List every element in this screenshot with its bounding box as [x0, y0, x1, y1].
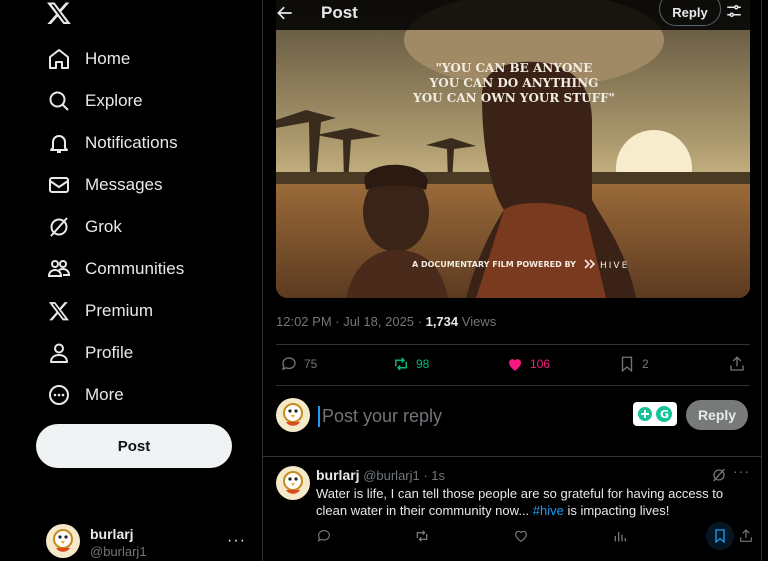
reply-composer: Post your reply G Reply — [276, 396, 750, 440]
sidebar: Home Explore Notifications Messages Grok… — [0, 0, 262, 561]
grok-icon — [46, 214, 72, 240]
grammarly-widget[interactable]: G — [633, 402, 677, 426]
reply-post[interactable]: burlarj @burlarj1 · 1s ··· Water is life… — [263, 456, 761, 561]
nav-communities-label: Communities — [85, 259, 185, 278]
reply-count: 75 — [304, 357, 318, 371]
media-brand: HIVE — [600, 261, 629, 271]
views-count: 1,734 — [425, 314, 459, 329]
avatar — [276, 398, 310, 432]
reply-submit-button[interactable]: Reply — [686, 400, 748, 430]
account-switcher[interactable]: burlarj @burlarj1 ··· — [44, 522, 256, 561]
post-actions: 75 98 106 2 — [276, 347, 750, 383]
post-timestamp: 12:02 PM · Jul 18, 2025 · 1,734 Views — [276, 314, 496, 329]
like-action[interactable]: 106 — [506, 353, 550, 375]
nav-notifications-label: Notifications — [85, 133, 178, 152]
nav-more-label: More — [85, 385, 124, 404]
avatar[interactable] — [276, 466, 310, 500]
nav-messages-label: Messages — [85, 175, 163, 194]
reply-input[interactable]: Post your reply — [318, 406, 442, 427]
nav-profile[interactable]: Profile — [36, 333, 133, 373]
nav-home-label: Home — [85, 49, 131, 68]
media-caption: A DOCUMENTARY FILM POWERED BY — [412, 260, 576, 269]
repost-icon — [395, 357, 407, 371]
nav-explore[interactable]: Explore — [36, 81, 143, 121]
nav-communities[interactable]: Communities — [36, 249, 184, 289]
media-quote-line2: YOU CAN DO ANYTHING — [429, 76, 599, 90]
nav-premium[interactable]: Premium — [36, 291, 153, 331]
reply-post-text: Water is life, I can tell those people a… — [316, 485, 736, 519]
post-header: Post Reply — [263, 0, 761, 30]
share-action[interactable] — [728, 353, 746, 375]
reply-author-name[interactable]: burlarj — [316, 467, 360, 483]
share-icon[interactable] — [738, 528, 754, 544]
nav-profile-label: Profile — [85, 343, 134, 362]
grok-icon[interactable] — [711, 467, 727, 483]
bookmark-icon — [621, 356, 633, 373]
post-button[interactable]: Post — [36, 424, 232, 468]
more-icon[interactable]: ··· — [227, 532, 246, 550]
svg-text:G: G — [660, 408, 669, 421]
home-icon — [46, 46, 72, 72]
repost-icon[interactable] — [414, 528, 430, 544]
nav-explore-label: Explore — [85, 91, 143, 110]
heart-icon[interactable] — [513, 528, 529, 544]
settings-sliders-icon[interactable] — [725, 2, 743, 20]
reply-post-actions — [316, 522, 756, 550]
media-quote-line3: YOU CAN OWN YOUR STUFF" — [412, 91, 615, 105]
nav-more[interactable]: More — [36, 375, 124, 415]
reply-post-header: burlarj @burlarj1 · 1s — [316, 467, 445, 483]
main-column: "YOU CAN BE ANYONE YOU CAN DO ANYTHING Y… — [262, 0, 762, 561]
avatar — [46, 524, 80, 558]
heart-icon — [509, 359, 521, 371]
grammarly-icon: G — [638, 406, 672, 422]
share-icon — [730, 356, 744, 371]
hashtag-link[interactable]: #hive — [533, 503, 564, 518]
analytics-icon[interactable] — [612, 528, 628, 544]
account-handle: @burlarj1 — [90, 544, 147, 559]
nav-grok-label: Grok — [85, 217, 122, 236]
more-icon[interactable]: ··· — [733, 463, 750, 479]
comment-icon[interactable] — [316, 528, 332, 544]
bell-icon — [46, 130, 72, 156]
envelope-icon — [46, 172, 72, 198]
bookmark-action[interactable]: 2 — [618, 353, 649, 375]
views-label: Views — [458, 314, 497, 329]
repost-count: 98 — [416, 357, 430, 371]
nav-home[interactable]: Home — [36, 39, 130, 79]
nav-premium-label: Premium — [85, 301, 154, 320]
divider — [276, 344, 750, 345]
people-icon — [46, 256, 72, 282]
comment-icon — [281, 357, 296, 371]
media-quote-line1: "YOU CAN BE ANYONE — [436, 61, 593, 75]
nav-messages[interactable]: Messages — [36, 165, 162, 205]
nav-notifications[interactable]: Notifications — [36, 123, 178, 163]
back-arrow-icon[interactable] — [275, 3, 295, 23]
account-name: burlarj — [90, 526, 134, 542]
like-count: 106 — [530, 357, 551, 371]
page-title: Post — [321, 3, 358, 22]
reply-author-handle-time: @burlarj1 · 1s — [359, 468, 446, 483]
more-circle-icon — [46, 382, 72, 408]
bookmark-count: 2 — [642, 357, 649, 371]
x-logo-icon[interactable] — [46, 0, 72, 26]
person-icon — [46, 340, 72, 366]
reply-button-top[interactable]: Reply — [659, 0, 721, 26]
x-logo-icon — [46, 298, 72, 324]
reply-action[interactable]: 75 — [280, 353, 317, 375]
post-image[interactable]: "YOU CAN BE ANYONE YOU CAN DO ANYTHING Y… — [276, 0, 750, 298]
bookmark-icon[interactable] — [712, 528, 728, 544]
nav-grok[interactable]: Grok — [36, 207, 122, 247]
reply-text-part: is impacting lives! — [563, 503, 670, 518]
repost-action[interactable]: 98 — [392, 353, 429, 375]
post-time-date[interactable]: 12:02 PM · Jul 18, 2025 · — [276, 314, 426, 329]
search-icon — [46, 88, 72, 114]
divider — [276, 385, 750, 386]
